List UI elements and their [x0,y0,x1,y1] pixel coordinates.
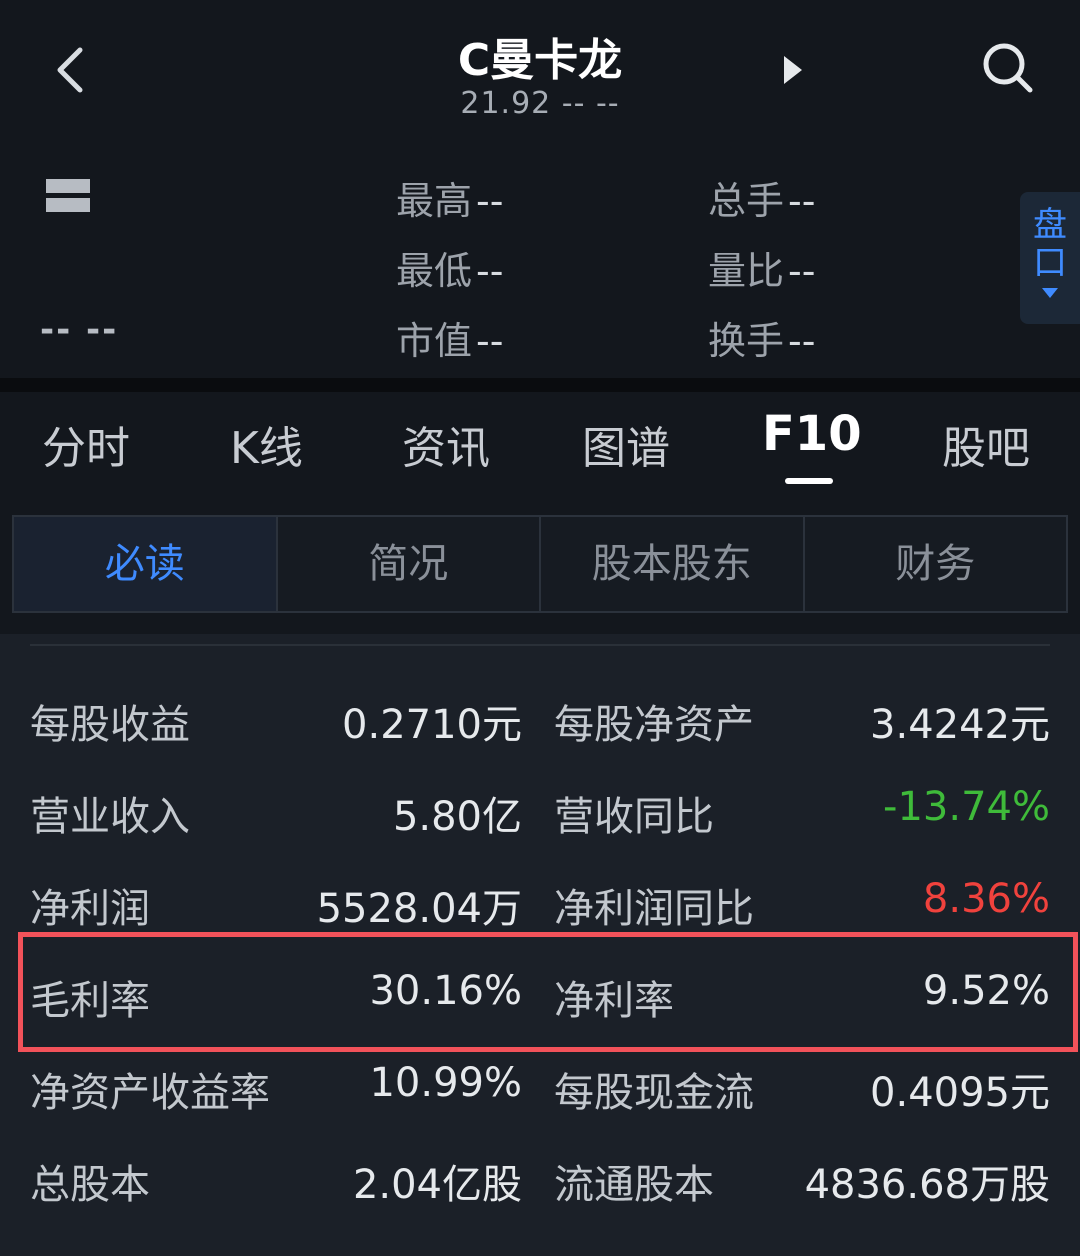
row-label: 净利润 [30,886,150,932]
stock-subtitle: 21.92 -- -- [460,86,620,121]
subtab-must-read[interactable]: 必读 [14,517,278,611]
stock-header: C曼卡龙 21.92 -- -- -- -- 最高 -- 总手 -- 最低 -- 量比… [0,0,1080,378]
next-stock-icon[interactable] [772,50,812,90]
change-placeholder: -- -- [40,310,119,350]
row-label: 每股现金流 [554,1070,754,1116]
table-row: 每股收益 0.2710元 每股净资产 3.4242元 [0,692,1080,784]
table-row: 净资产收益率 10.99% 每股现金流 0.4095元 [0,1060,1080,1152]
stock-title: C曼卡龙 [457,35,623,86]
row-value: 3.4242元 [870,702,1050,748]
row-label: 每股收益 [30,702,190,748]
tab-f10[interactable]: F10 [762,406,862,462]
highlight-box [18,932,1078,1052]
row-value: 2.04亿股 [352,1162,522,1208]
stat-total-volume: 总手 -- [708,179,816,223]
row-label: 净资产收益率 [30,1070,270,1116]
row-label: 营收同比 [554,794,714,840]
tab-forum[interactable]: 股吧 [942,412,1030,476]
stat-low: 最低 -- [396,249,504,293]
row-value: 0.2710元 [342,702,522,748]
subtab-finance[interactable]: 财务 [805,517,1067,611]
row-value: 0.4095元 [870,1070,1050,1116]
search-icon[interactable] [976,36,1040,100]
row-value: 4836.68万股 [804,1162,1050,1208]
stat-market-cap: 市值 -- [396,319,504,363]
table-row: 总股本 2.04亿股 流通股本 4836.68万股 [0,1152,1080,1244]
row-label: 净利润同比 [554,886,754,932]
row-value-negative: -13.74% [883,784,1050,830]
subtab-overview[interactable]: 简况 [278,517,541,611]
tab-news[interactable]: 资讯 [402,412,490,476]
tab-kline[interactable]: K线 [230,412,303,476]
active-tab-indicator [785,478,833,484]
pankou-tab[interactable]: 盘 口 [1020,192,1080,324]
row-value: 10.99% [369,1060,522,1106]
row-label: 每股净资产 [554,702,754,748]
main-tabs: 分时 K线 资讯 图谱 F10 股吧 [0,392,1080,500]
stat-volume-ratio: 量比 -- [708,249,816,293]
row-value-positive: 8.36% [922,876,1050,922]
dropdown-arrow-icon [1042,288,1058,298]
price-placeholder [46,178,150,212]
stat-turnover: 换手 -- [708,319,816,363]
stat-high: 最高 -- [396,179,504,223]
row-label: 营业收入 [30,794,190,840]
row-label: 总股本 [30,1162,150,1208]
row-value: 5.80亿 [392,794,522,840]
subtab-shareholders[interactable]: 股本股东 [541,517,805,611]
sub-tabs: 必读 简况 股本股东 财务 [12,515,1068,613]
tab-timeshare[interactable]: 分时 [42,412,130,476]
row-label: 流通股本 [554,1162,714,1208]
row-value: 5528.04万 [316,886,522,932]
section-divider [0,378,1080,392]
divider [30,644,1050,646]
table-row: 营业收入 5.80亿 营收同比 -13.74% [0,784,1080,876]
tab-graph[interactable]: 图谱 [582,412,670,476]
